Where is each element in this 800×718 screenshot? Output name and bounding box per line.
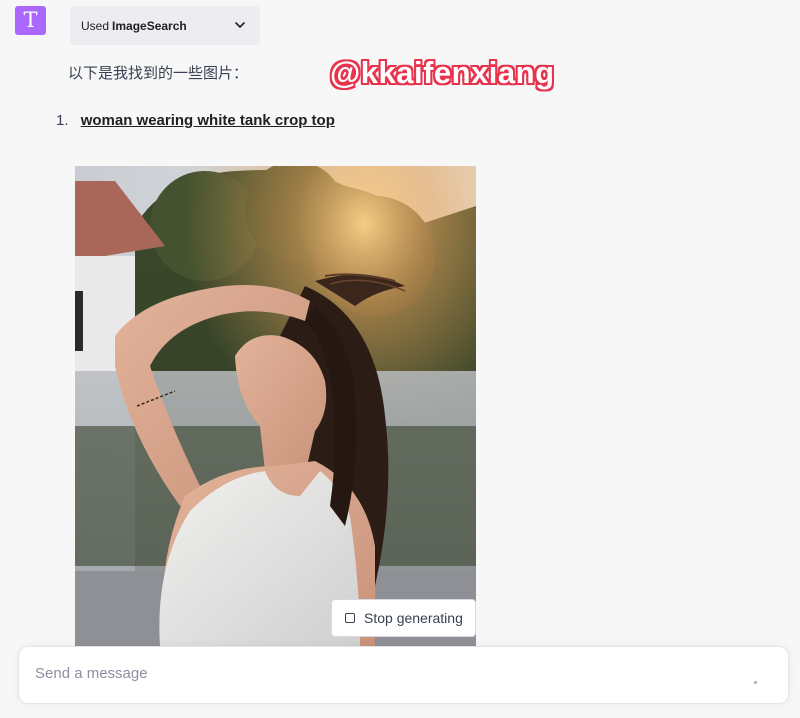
stop-generating-label: Stop generating <box>364 610 463 626</box>
chevron-down-icon <box>235 22 245 28</box>
list-item: 1. woman wearing white tank crop top <box>56 112 335 129</box>
result-image[interactable] <box>75 166 476 646</box>
assistant-avatar: T <box>15 6 46 35</box>
send-button-icon[interactable] <box>754 681 757 684</box>
watermark-text: @kkaifenxiang <box>330 55 555 90</box>
stop-square-icon <box>345 613 355 623</box>
plugin-name: ImageSearch <box>112 18 187 33</box>
message-input[interactable] <box>35 665 715 682</box>
response-intro-text: 以下是我找到的一些图片： <box>68 65 249 82</box>
image-result-link[interactable]: woman wearing white tank crop top <box>81 112 335 129</box>
message-composer <box>18 646 789 704</box>
stop-generating-button[interactable]: Stop generating <box>331 599 476 637</box>
result-image-graphic <box>75 166 476 646</box>
list-item-number: 1. <box>56 112 69 129</box>
plugin-used-toggle[interactable]: Used ImageSearch <box>70 6 260 45</box>
plugin-used-label: Used <box>81 18 110 33</box>
